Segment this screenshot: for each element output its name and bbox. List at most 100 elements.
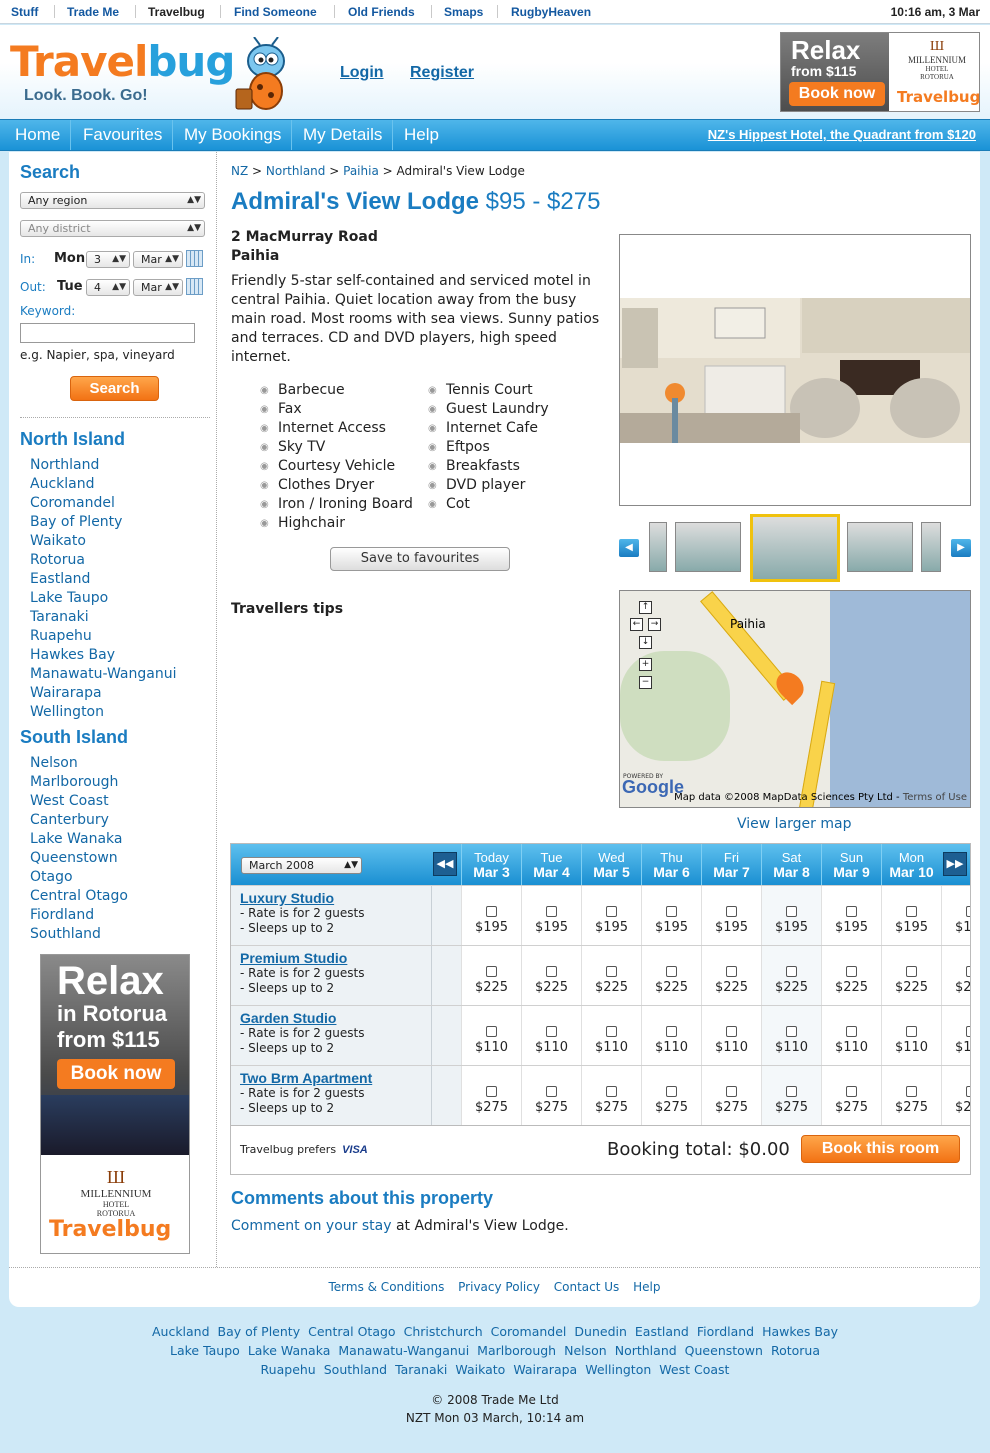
night-checkbox[interactable] bbox=[606, 906, 617, 917]
night-checkbox[interactable] bbox=[546, 966, 557, 977]
room-name-link[interactable]: Premium Studio bbox=[240, 951, 431, 966]
availability-cell[interactable]: $275 bbox=[581, 1066, 641, 1126]
footer-region-link[interactable]: Hawkes Bay bbox=[762, 1324, 838, 1339]
night-checkbox[interactable] bbox=[726, 1026, 737, 1037]
room-name-link[interactable]: Garden Studio bbox=[240, 1011, 431, 1026]
night-checkbox[interactable] bbox=[606, 966, 617, 977]
nav-help[interactable]: Help bbox=[394, 120, 449, 150]
night-checkbox[interactable] bbox=[726, 906, 737, 917]
region-link[interactable]: Rotorua bbox=[30, 552, 85, 568]
check-in-date-select[interactable]: 3 ▲▼ bbox=[86, 251, 130, 268]
availability-cell[interactable]: $275 bbox=[701, 1066, 761, 1126]
night-checkbox[interactable] bbox=[966, 966, 970, 977]
thumbnail[interactable] bbox=[649, 522, 667, 572]
region-link[interactable]: Wellington bbox=[30, 704, 104, 720]
footer-region-link[interactable]: Rotorua bbox=[771, 1343, 820, 1358]
availability-cell[interactable]: $110 bbox=[941, 1006, 970, 1066]
night-checkbox[interactable] bbox=[666, 966, 677, 977]
room-name-link[interactable]: Luxury Studio bbox=[240, 891, 431, 906]
topbar-link-find-someone[interactable]: Find Someone bbox=[234, 5, 317, 19]
region-link[interactable]: West Coast bbox=[30, 793, 109, 809]
topbar-link-smaps[interactable]: Smaps bbox=[444, 5, 483, 19]
night-checkbox[interactable] bbox=[786, 1026, 797, 1037]
night-checkbox[interactable] bbox=[846, 1086, 857, 1097]
footer-region-link[interactable]: Manawatu-Wanganui bbox=[338, 1343, 469, 1358]
footer-region-link[interactable]: Coromandel bbox=[491, 1324, 567, 1339]
map-zoom-out-icon[interactable]: − bbox=[639, 676, 652, 689]
night-checkbox[interactable] bbox=[966, 1086, 970, 1097]
check-in-month-select[interactable]: Mar ▲▼ bbox=[133, 251, 183, 268]
next-dates-icon[interactable]: ▶▶ bbox=[943, 852, 967, 876]
availability-cell[interactable]: $110 bbox=[701, 1006, 761, 1066]
availability-cell[interactable]: $275 bbox=[641, 1066, 701, 1126]
region-link[interactable]: Hawkes Bay bbox=[30, 647, 115, 663]
keyword-input[interactable] bbox=[20, 323, 195, 343]
availability-cell[interactable]: $225 bbox=[701, 946, 761, 1006]
calendar-icon[interactable] bbox=[186, 278, 203, 295]
topbar-link-old-friends[interactable]: Old Friends bbox=[348, 5, 415, 19]
availability-cell[interactable]: $225 bbox=[761, 946, 821, 1006]
availability-cell[interactable]: $195 bbox=[761, 886, 821, 946]
region-link[interactable]: Northland bbox=[30, 457, 99, 473]
availability-cell[interactable]: $195 bbox=[641, 886, 701, 946]
book-this-room-button[interactable]: Book this room bbox=[801, 1135, 960, 1163]
map-zoom-in-icon[interactable]: + bbox=[639, 658, 652, 671]
room-name-link[interactable]: Two Brm Apartment bbox=[240, 1071, 431, 1086]
region-link[interactable]: Manawatu-Wanganui bbox=[30, 666, 177, 682]
footer-link-privacy[interactable]: Privacy Policy bbox=[458, 1280, 540, 1294]
region-link[interactable]: Bay of Plenty bbox=[30, 514, 122, 530]
region-link[interactable]: Lake Wanaka bbox=[30, 831, 122, 847]
footer-region-link[interactable]: Waikato bbox=[455, 1362, 505, 1377]
map-pan-up-icon[interactable]: ↑ bbox=[639, 601, 652, 614]
night-checkbox[interactable] bbox=[966, 1026, 970, 1037]
region-link[interactable]: Southland bbox=[30, 926, 101, 942]
availability-cell[interactable]: $225 bbox=[521, 946, 581, 1006]
thumbs-prev-arrow-icon[interactable]: ◀ bbox=[619, 539, 639, 557]
footer-region-link[interactable]: Wairarapa bbox=[513, 1362, 577, 1377]
night-checkbox[interactable] bbox=[906, 966, 917, 977]
availability-cell[interactable]: $225 bbox=[581, 946, 641, 1006]
night-checkbox[interactable] bbox=[666, 1026, 677, 1037]
month-select[interactable]: March 2008 ▲▼ bbox=[241, 857, 362, 874]
availability-cell[interactable]: $110 bbox=[881, 1006, 941, 1066]
topbar-link-travelbug[interactable]: Travelbug bbox=[148, 5, 205, 19]
footer-link-contact[interactable]: Contact Us bbox=[554, 1280, 620, 1294]
availability-cell[interactable]: $110 bbox=[821, 1006, 881, 1066]
ad-book-now-button[interactable]: Book now bbox=[57, 1059, 175, 1089]
availability-cell[interactable]: $195 bbox=[521, 886, 581, 946]
footer-region-link[interactable]: Marlborough bbox=[477, 1343, 556, 1358]
availability-cell[interactable]: $225 bbox=[941, 946, 970, 1006]
region-select[interactable]: Any region ▲▼ bbox=[20, 192, 205, 209]
region-link[interactable]: Nelson bbox=[30, 755, 78, 771]
footer-region-link[interactable]: Christchurch bbox=[404, 1324, 483, 1339]
availability-cell[interactable]: $275 bbox=[461, 1066, 521, 1126]
ad-banner-left[interactable]: Relax in Rotorua from $115 Book now Ш MI… bbox=[40, 954, 190, 1254]
map-terms-link[interactable]: Terms of Use bbox=[903, 792, 967, 803]
topbar-link-rugbyheaven[interactable]: RugbyHeaven bbox=[511, 5, 591, 19]
night-checkbox[interactable] bbox=[906, 1086, 917, 1097]
availability-cell[interactable]: $275 bbox=[821, 1066, 881, 1126]
night-checkbox[interactable] bbox=[786, 1086, 797, 1097]
login-link[interactable]: Login bbox=[340, 64, 384, 82]
availability-cell[interactable]: $195 bbox=[821, 886, 881, 946]
footer-region-link[interactable]: Dunedin bbox=[574, 1324, 627, 1339]
region-link[interactable]: Taranaki bbox=[30, 609, 89, 625]
map-pan-down-icon[interactable]: ↓ bbox=[639, 636, 652, 649]
night-checkbox[interactable] bbox=[846, 1026, 857, 1037]
footer-region-link[interactable]: Lake Taupo bbox=[170, 1343, 240, 1358]
topbar-link-stuff[interactable]: Stuff bbox=[11, 5, 38, 19]
night-checkbox[interactable] bbox=[906, 906, 917, 917]
region-link[interactable]: Eastland bbox=[30, 571, 90, 587]
availability-cell[interactable]: $195 bbox=[461, 886, 521, 946]
ad-book-now-button[interactable]: Book now bbox=[789, 82, 885, 106]
night-checkbox[interactable] bbox=[786, 966, 797, 977]
region-link[interactable]: Coromandel bbox=[30, 495, 115, 511]
availability-cell[interactable]: $110 bbox=[461, 1006, 521, 1066]
footer-region-link[interactable]: Fiordland bbox=[697, 1324, 754, 1339]
region-link[interactable]: Wairarapa bbox=[30, 685, 102, 701]
check-out-date-select[interactable]: 4 ▲▼ bbox=[86, 279, 130, 296]
availability-cell[interactable]: $195 bbox=[881, 886, 941, 946]
region-link[interactable]: Waikato bbox=[30, 533, 86, 549]
footer-region-link[interactable]: Nelson bbox=[564, 1343, 607, 1358]
footer-region-link[interactable]: Bay of Plenty bbox=[218, 1324, 301, 1339]
